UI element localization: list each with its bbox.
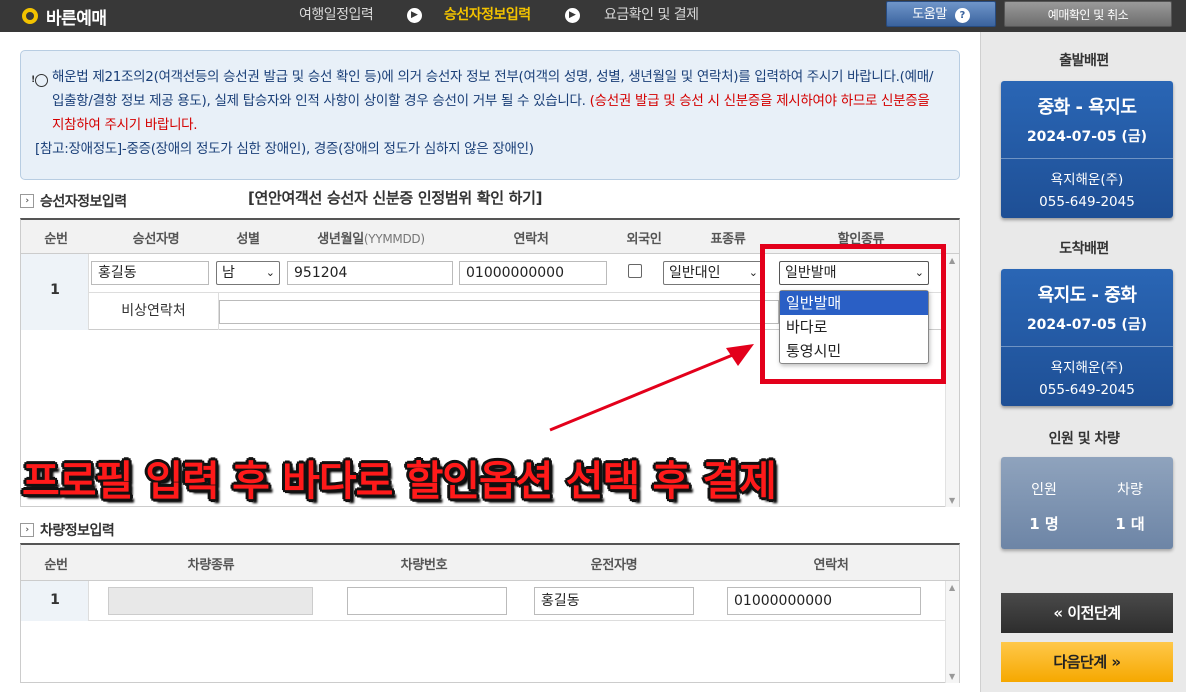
reservation-check-cancel-button[interactable]: 예매확인 및 취소 <box>1004 1 1172 27</box>
arrival-company: 욕지해운(주) <box>1050 360 1124 376</box>
col-name: 승선자명 <box>132 232 180 247</box>
col-vehicle-phone: 연락처 <box>813 558 849 573</box>
notice-text: ! 해운법 제21조의2(여객선등의 승선권 발급 및 승선 확인 등)에 의거 … <box>31 65 945 137</box>
brand-circle-icon <box>22 8 38 24</box>
car-count: 1 대 <box>1115 515 1145 533</box>
chevron-down-icon: ⌄ <box>265 266 275 279</box>
next-step-button[interactable]: 다음단계 » <box>1001 642 1173 682</box>
step-arrow-icon: ▶ <box>565 8 580 23</box>
double-chevron-left-icon: « <box>1053 604 1063 622</box>
pax-vehicle-card: 인원 1 명 차량 1 대 <box>1001 457 1173 549</box>
chevron-right-icon: › <box>20 194 34 208</box>
scroll-up-icon[interactable]: ▲ <box>949 583 955 592</box>
col-gender: 성별 <box>236 232 260 247</box>
scroll-down-icon[interactable]: ▼ <box>949 672 955 681</box>
notice-disability-note: [참고:장애정도]-중증(장애의 정도가 심한 장애인), 경증(장애의 정도가… <box>35 141 534 157</box>
arrival-heading: 도착배편 <box>1059 241 1109 257</box>
foreigner-checkbox[interactable] <box>628 264 642 278</box>
discount-dropdown-list: 일반발매 바다로 통영시민 <box>779 290 929 364</box>
arrival-route: 욕지도 - 중화 <box>1037 285 1137 306</box>
pax-count: 1 명 <box>1029 515 1059 533</box>
chevron-down-icon: ⌄ <box>748 266 758 279</box>
col-birth: 생년월일(YYMMDD) <box>317 232 425 247</box>
passenger-table-scrollbar[interactable]: ▲ ▼ <box>945 254 959 507</box>
vehicle-number-input[interactable] <box>347 587 507 615</box>
departure-date: 2024-07-05 (금) <box>1026 129 1148 145</box>
overlay-caption: 프로필 입력 후 바다로 할인옵션 선택 후 결제 <box>22 457 777 505</box>
step-payment: 요금확인 및 결제 <box>604 7 699 23</box>
pax-heading: 인원 및 차량 <box>1048 431 1120 447</box>
car-column: 차량 1 대 <box>1087 457 1173 534</box>
arrival-date: 2024-07-05 (금) <box>1026 317 1148 333</box>
help-button[interactable]: 도움말? <box>886 1 996 27</box>
row-number: 1 <box>50 282 60 298</box>
card-divider <box>1001 158 1173 159</box>
col-ticket-type: 표종류 <box>710 232 746 247</box>
passenger-name-input[interactable]: 홍길동 <box>91 261 209 285</box>
gender-select[interactable]: 남 ⌄ <box>216 261 280 285</box>
arrival-tel: 055-649-2045 <box>1039 382 1135 398</box>
col-foreigner: 외국인 <box>626 232 662 247</box>
phone-input[interactable]: 01000000000 <box>459 261 607 285</box>
vehicle-phone-input[interactable]: 01000000000 <box>727 587 921 615</box>
passenger-section-label: 승선자정보입력 <box>40 194 127 210</box>
departure-card: 중화 - 욕지도 2024-07-05 (금) 욕지해운(주) 055-649-… <box>1001 81 1173 218</box>
col-vehicle-number: 차량번호 <box>400 558 448 573</box>
discount-option-badaro[interactable]: 바다로 <box>780 315 928 339</box>
col-vehicle-type: 차량종류 <box>187 558 235 573</box>
ticket-type-select[interactable]: 일반대인 ⌄ <box>663 261 763 285</box>
emergency-contact-input[interactable] <box>219 300 779 324</box>
prev-step-button[interactable]: « 이전단계 <box>1001 593 1173 633</box>
sidebar: 출발배편 중화 - 욕지도 2024-07-05 (금) 욕지해운(주) 055… <box>980 32 1186 692</box>
help-label: 도움말 <box>912 7 947 22</box>
red-arrow-icon <box>549 344 754 432</box>
birthdate-input[interactable]: 951204 <box>287 261 453 285</box>
vehicle-type-input[interactable] <box>108 587 313 615</box>
scroll-up-icon[interactable]: ▲ <box>949 256 955 265</box>
col-seq: 순번 <box>44 558 68 573</box>
notice-box: ! 해운법 제21조의2(여객선등의 승선권 발급 및 승선 확인 등)에 의거 … <box>20 50 960 180</box>
departure-company: 욕지해운(주) <box>1050 172 1124 188</box>
double-chevron-right-icon: » <box>1111 653 1121 671</box>
vehicle-table-header: 순번 차량종류 차량번호 운전자명 연락처 <box>21 545 959 581</box>
passenger-section-title: › 승선자정보입력 <box>20 191 127 211</box>
step-passenger-info: 승선자정보입력 <box>444 7 531 23</box>
departure-tel: 055-649-2045 <box>1039 194 1135 210</box>
next-step-label: 다음단계 <box>1053 653 1107 671</box>
vehicle-section-label: 차량정보입력 <box>40 523 115 539</box>
prev-step-label: 이전단계 <box>1067 604 1121 622</box>
chevron-right-icon: › <box>20 523 34 537</box>
discount-option-tongyeong[interactable]: 통영시민 <box>780 339 928 363</box>
col-seq: 순번 <box>44 232 68 247</box>
step-travel-schedule: 여행일정입력 <box>299 7 374 23</box>
scroll-down-icon[interactable]: ▼ <box>949 496 955 505</box>
emergency-contact-label: 비상연락처 <box>89 292 219 330</box>
departure-heading: 출발배편 <box>1059 53 1109 69</box>
top-bar: 바른예매 여행일정입력 ▶ 승선자정보입력 ▶ 요금확인 및 결제 도움말? 예… <box>0 0 1186 32</box>
col-phone: 연락처 <box>513 232 549 247</box>
step-arrow-icon: ▶ <box>407 8 422 23</box>
car-label: 차량 <box>1117 482 1143 498</box>
vehicle-table: 순번 차량종류 차량번호 운전자명 연락처 1 홍길동 01000000000 … <box>20 543 960 683</box>
col-driver: 운전자명 <box>590 558 638 573</box>
alert-icon: ! <box>31 74 48 87</box>
vehicle-section-title: › 차량정보입력 <box>20 520 115 540</box>
brand-logo[interactable]: 바른예매 <box>22 4 107 29</box>
pax-label: 인원 <box>1031 482 1057 498</box>
discount-option-general[interactable]: 일반발매 <box>780 291 928 315</box>
arrival-card: 욕지도 - 중화 2024-07-05 (금) 욕지해운(주) 055-649-… <box>1001 269 1173 406</box>
row-number: 1 <box>50 592 60 608</box>
card-divider <box>1001 346 1173 347</box>
id-verification-link[interactable]: [연안여객선 승선자 신분증 인정범위 확인 하기] <box>248 187 543 208</box>
departure-route: 중화 - 욕지도 <box>1037 97 1137 118</box>
question-icon: ? <box>954 8 970 23</box>
vehicle-row: 1 홍길동 01000000000 <box>21 581 945 621</box>
driver-name-input[interactable]: 홍길동 <box>534 587 694 615</box>
vehicle-table-scrollbar[interactable]: ▲ ▼ <box>945 581 959 683</box>
pax-column: 인원 1 명 <box>1001 457 1087 534</box>
brand-name: 바른예매 <box>46 8 107 29</box>
